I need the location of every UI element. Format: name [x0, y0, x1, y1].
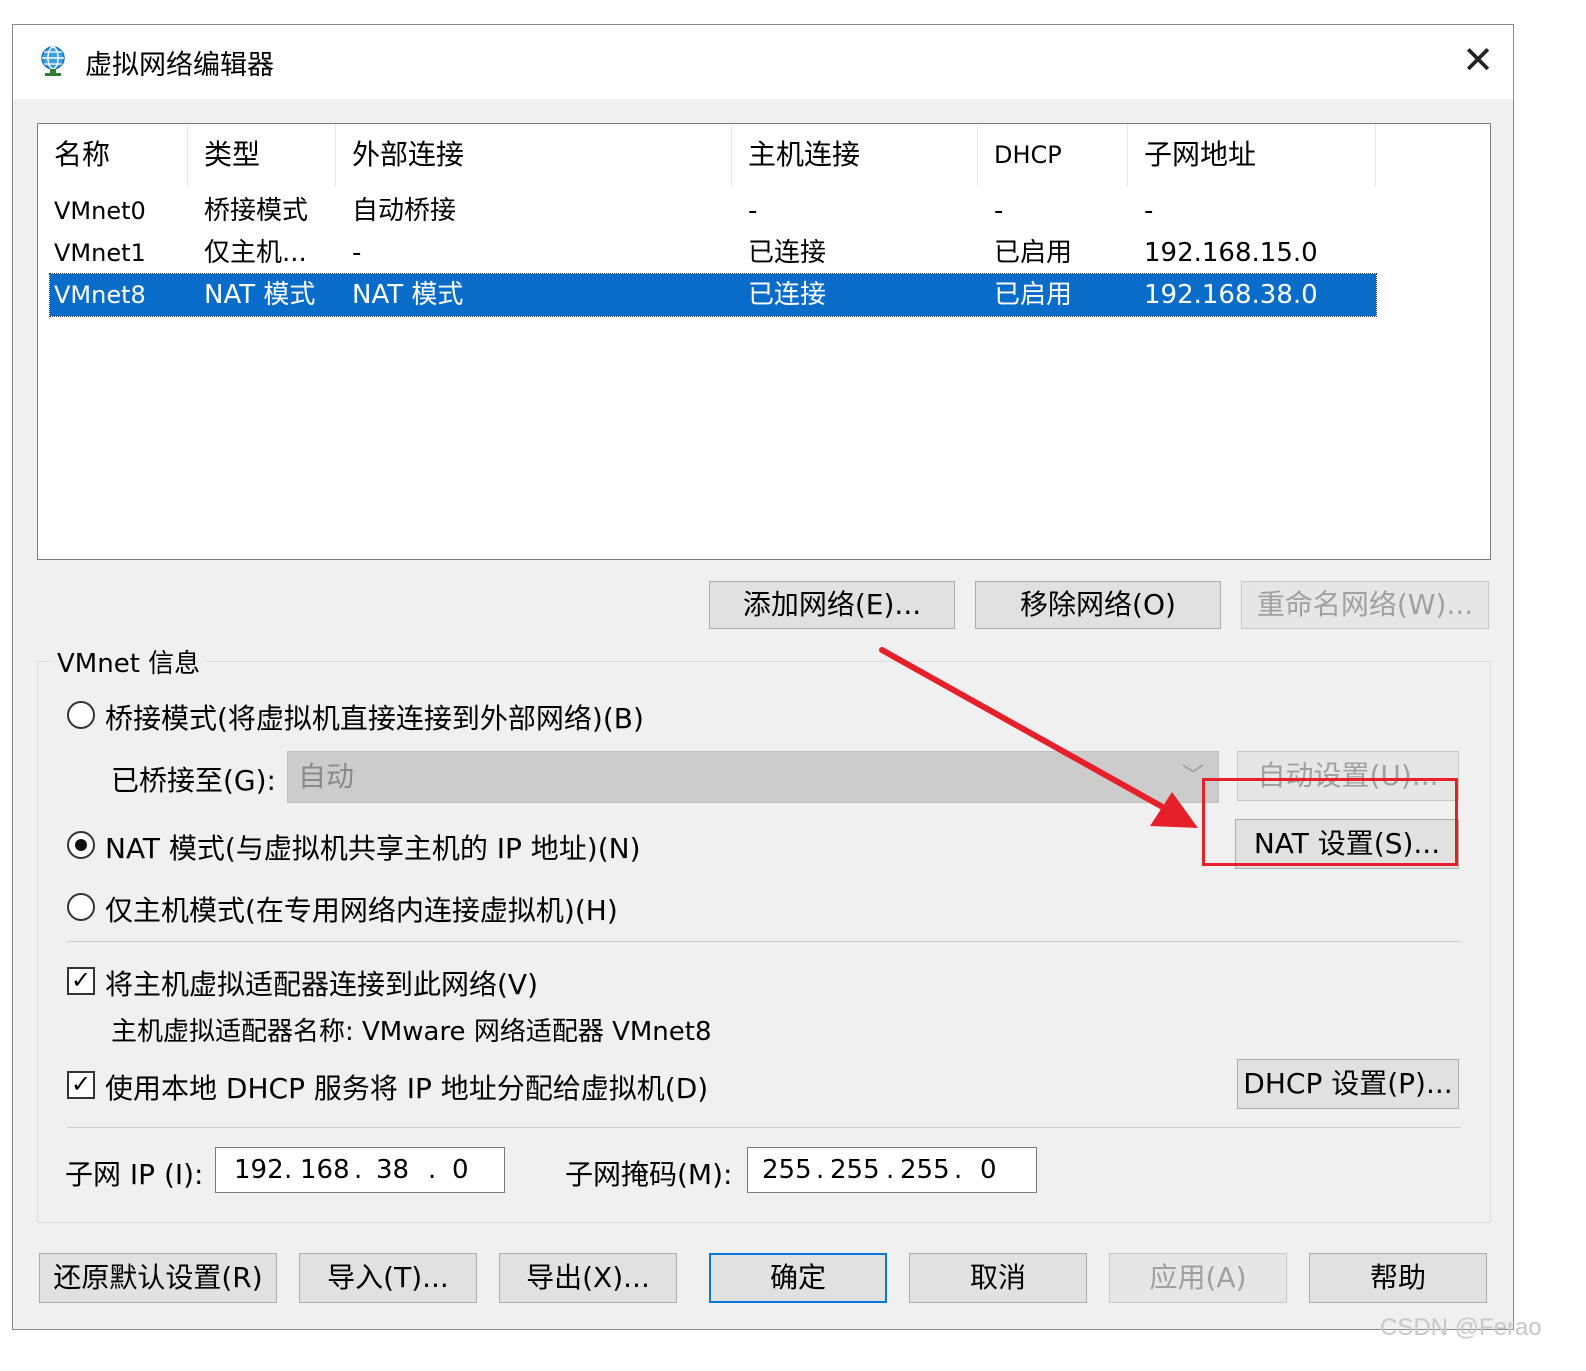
watermark: CSDN @Ferao — [1380, 1314, 1542, 1341]
annotation-arrow — [879, 647, 1198, 828]
